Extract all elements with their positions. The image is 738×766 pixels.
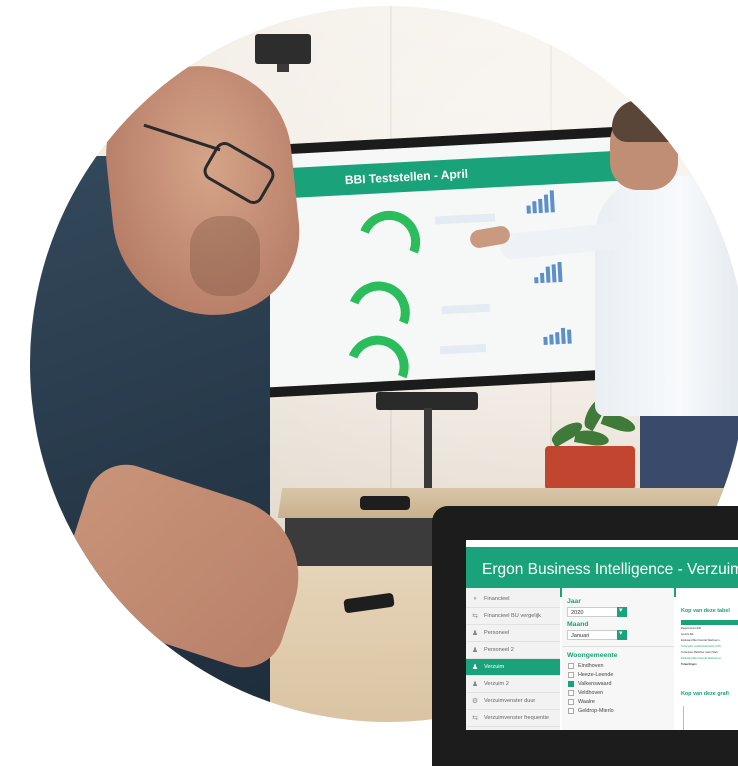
woongemeente-option[interactable]: Eindhoven <box>568 663 603 669</box>
sidebar-item-label: Financieel BU vergelijk <box>484 613 541 619</box>
filter-divider <box>562 646 674 647</box>
option-label: Eindhoven <box>578 663 604 669</box>
tv-stand-pole <box>424 408 432 488</box>
sidebar-item-label: Verzuimvenster frequentie <box>484 715 549 721</box>
compare-icon: ⇆ <box>472 613 478 620</box>
checkbox[interactable] <box>568 672 574 678</box>
coins-icon: ⚬ <box>472 596 478 603</box>
sidebar-item-verzuim-2[interactable]: ♟ Verzuim 2 <box>466 676 560 693</box>
tv-bar-chart <box>533 259 574 284</box>
tv-progress-bar <box>441 303 490 315</box>
table-row: Totaal Ergon <box>681 663 697 666</box>
chevron-down-icon[interactable] <box>617 629 627 640</box>
table-header <box>681 620 738 625</box>
checkbox[interactable] <box>568 663 574 669</box>
app-title: Ergon Business Intelligence - Verzuim <box>482 561 738 578</box>
tv-bar-chart <box>526 190 567 214</box>
sidebar-item-verzuimvenster-frequentie[interactable]: ⇆ Verzuimvenster frequentie <box>466 710 560 727</box>
tv-bar-chart <box>543 321 584 345</box>
table-title: Kop van deze tabel <box>681 608 730 614</box>
maand-label: Maand <box>567 621 589 628</box>
sidebar-item-verzuim[interactable]: ♟ Verzuim <box>466 659 560 676</box>
table-row: Eindwand Met Suxnde Werkvermo <box>681 657 721 660</box>
sidebar-item-personeel-2[interactable]: ♟ Personeel 2 <box>466 642 560 659</box>
gear-person-icon: ⚙ <box>471 698 479 705</box>
option-label: Heeze-Leende <box>578 672 614 678</box>
sidebar-item-financieel-bu-vergelijk[interactable]: ⇆ Financieel BU vergelijk <box>466 608 560 625</box>
jaar-label: Jaar <box>567 598 581 605</box>
presenter-hair <box>612 100 682 142</box>
table-row: Eindwand Met Suxnde Werkverm... <box>681 639 722 642</box>
person-group-icon: ♟ <box>471 681 479 688</box>
ceiling-camera <box>255 34 311 72</box>
woongemeente-label: Woongemeente <box>567 652 618 659</box>
checkbox-checked[interactable] <box>568 681 574 687</box>
option-label: Waalre <box>578 699 595 705</box>
woongemeente-option[interactable]: Geldrop-Mierlo <box>568 708 614 714</box>
sidebar-item-label: Personeel 2 <box>484 647 514 653</box>
sidebar-item-label: Financieel <box>484 596 510 602</box>
chevron-down-icon[interactable] <box>617 606 627 617</box>
laptop-screen: Ergon Business Intelligence - Verzuim ⚬ … <box>466 540 738 730</box>
sidebar-item-verzuimvenster-duur[interactable]: ⚙ Verzuimvenster duur <box>466 693 560 710</box>
table-row: Tozamplex Leidsenbsterschk (UIT) <box>681 645 721 648</box>
graph-title: Kop van deze grafi <box>681 691 729 697</box>
phone <box>360 496 410 510</box>
tv-progress-bar <box>434 213 496 225</box>
tv-progress-bar <box>439 344 487 355</box>
filter-panel: Jaar 2020 Maand Januari Woongemeente Ein… <box>562 588 674 730</box>
person-group-icon: ♟ <box>471 664 479 671</box>
table-row: Tozamplex Belerbuir work (Sfel) <box>681 651 718 654</box>
gauge-chart <box>348 201 430 283</box>
sidebar-item-personeel[interactable]: ♟ Personeel <box>466 625 560 642</box>
presenter-shirt <box>595 176 738 416</box>
gauge-chart <box>337 326 419 390</box>
woongemeente-option[interactable]: Veldhoven <box>568 690 603 696</box>
sidebar-item-label: Verzuim 2 <box>484 681 509 687</box>
person-icon: ♟ <box>471 647 479 654</box>
graph-area <box>683 706 738 730</box>
person-icon: ♟ <box>471 630 479 637</box>
plant-pot <box>545 446 635 490</box>
woongemeente-option[interactable]: Waalre <box>568 699 595 705</box>
checkbox[interactable] <box>568 699 574 705</box>
option-label: Geldrop-Mierlo <box>578 708 614 714</box>
compare-icon: ⇆ <box>472 715 478 722</box>
table-row: Amarte BA <box>681 633 694 636</box>
main-content: Kop van deze tabel Regiomanent Eift Amar… <box>676 588 738 730</box>
man-beard <box>190 216 260 296</box>
woongemeente-option[interactable]: Heeze-Leende <box>568 672 613 678</box>
checkbox[interactable] <box>568 690 574 696</box>
option-label: Veldhoven <box>578 690 604 696</box>
woongemeente-option[interactable]: Valkenswaard <box>568 681 611 687</box>
sidebar-item-label: Personeel <box>484 630 510 636</box>
option-label: Valkenswaard <box>578 681 612 687</box>
sidebar-item-label: Verzuimvenster duur <box>484 698 536 704</box>
checkbox[interactable] <box>568 708 574 714</box>
sidebar-item-financieel[interactable]: ⚬ Financieel <box>466 591 560 608</box>
sidebar-nav: ⚬ Financieel ⇆ Financieel BU vergelijk ♟… <box>466 588 560 730</box>
sidebar-item-label: Verzuim <box>484 664 505 670</box>
table-row: Regiomanent Eift <box>681 627 701 630</box>
